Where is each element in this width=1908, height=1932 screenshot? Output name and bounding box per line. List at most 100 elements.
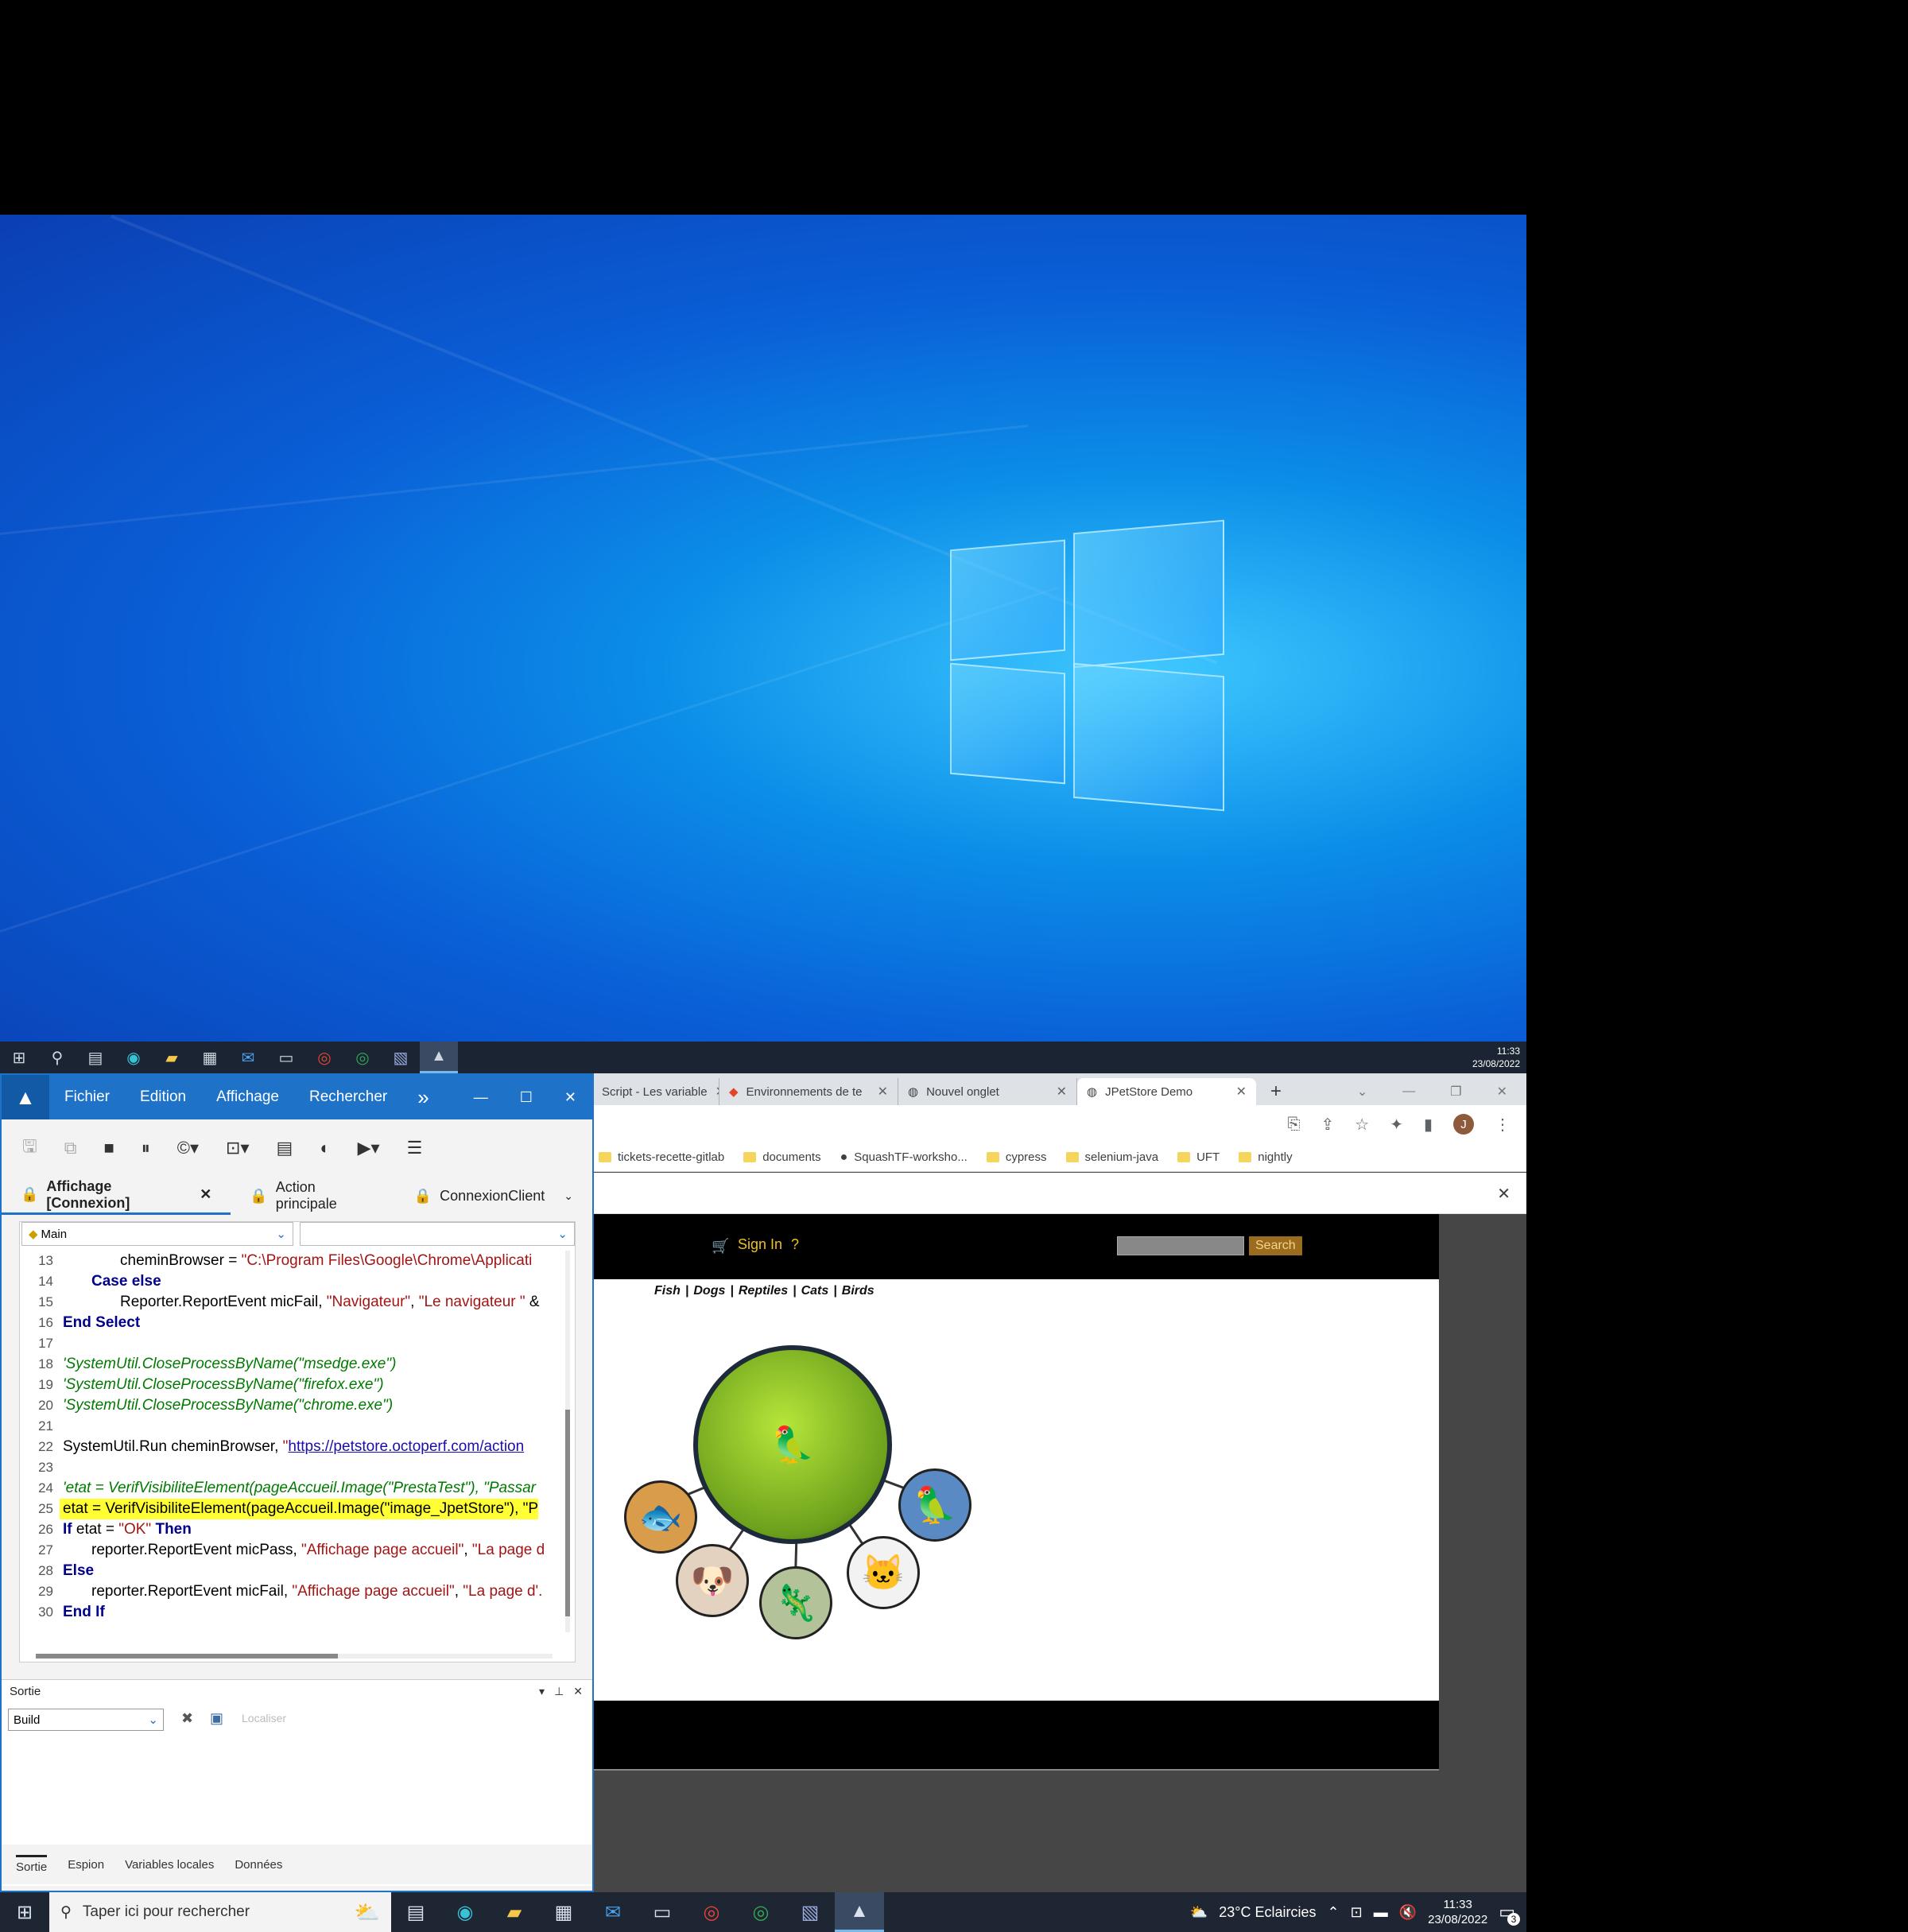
task-view-icon[interactable]: ▤: [76, 1042, 114, 1073]
code-line[interactable]: 30 End If: [20, 1602, 575, 1623]
chrome-icon[interactable]: ◎: [343, 1042, 382, 1073]
sign-in-link[interactable]: Sign In: [738, 1236, 782, 1253]
close-window-icon[interactable]: ✕: [564, 1089, 576, 1106]
stop-icon[interactable]: ■: [103, 1138, 114, 1158]
code-line[interactable]: 27 reporter.ReportEvent micPass, "Afficha…: [20, 1540, 575, 1561]
code-line[interactable]: 28 Else: [20, 1561, 575, 1581]
bird-image[interactable]: 🦜: [898, 1468, 971, 1542]
infobar-close-icon[interactable]: ✕: [1497, 1184, 1510, 1204]
bookmark-folder[interactable]: documents: [743, 1150, 821, 1164]
minimize-icon[interactable]: —: [474, 1089, 488, 1106]
vertical-scrollbar[interactable]: [565, 1251, 570, 1632]
edge-icon[interactable]: ◉: [114, 1042, 153, 1073]
code-line[interactable]: 18 'SystemUtil.CloseProcessByName("msedge…: [20, 1354, 575, 1375]
battery-icon[interactable]: ▬: [1374, 1904, 1388, 1921]
tab-affichage-connexion[interactable]: 🔒 Affichage [Connexion] ✕: [2, 1177, 231, 1215]
archive-icon[interactable]: ▤: [277, 1138, 293, 1158]
category-cats[interactable]: Cats: [801, 1284, 829, 1298]
code-line[interactable]: 15 Reporter.ReportEvent micFail, "Navigat…: [20, 1292, 575, 1313]
close-panel-icon[interactable]: ✕: [573, 1685, 583, 1698]
uft-icon[interactable]: ▲: [420, 1042, 458, 1073]
help-link[interactable]: ?: [791, 1236, 799, 1253]
extensions-icon[interactable]: ✦: [1390, 1115, 1403, 1135]
chrome-icon[interactable]: ◎: [736, 1892, 785, 1932]
code-line[interactable]: 22 SystemUtil.Run cheminBrowser, "https:/…: [20, 1437, 575, 1457]
menu-overflow-button[interactable]: »: [402, 1085, 444, 1110]
code-line[interactable]: 26 If etat = "OK" Then: [20, 1519, 575, 1540]
close-tab-icon[interactable]: ✕: [1236, 1084, 1247, 1100]
tab-overflow-icon[interactable]: ⌄: [564, 1189, 592, 1203]
chrome-menu-icon[interactable]: ⋮: [1495, 1115, 1510, 1135]
task-view-icon[interactable]: ▤: [391, 1892, 440, 1932]
explorer-icon[interactable]: ▰: [490, 1892, 539, 1932]
category-dogs[interactable]: Dogs: [693, 1284, 725, 1298]
side-panel-icon[interactable]: ▮: [1424, 1115, 1433, 1135]
tab-donnees[interactable]: Données: [235, 1858, 282, 1872]
dog-image[interactable]: 🐶: [676, 1544, 749, 1617]
chevron-up-icon[interactable]: ⌃: [1328, 1904, 1340, 1921]
weather-icon[interactable]: ⛅: [1190, 1904, 1208, 1921]
share-icon[interactable]: ⇪: [1321, 1115, 1335, 1135]
code-line[interactable]: 14 Case else: [20, 1271, 575, 1292]
cat-image[interactable]: 🐱: [847, 1536, 920, 1609]
parrot-image[interactable]: 🦜: [693, 1345, 892, 1544]
menu-rechercher[interactable]: Rechercher: [294, 1088, 402, 1106]
category-reptiles[interactable]: Reptiles: [739, 1284, 788, 1298]
code-line[interactable]: 21: [20, 1416, 575, 1437]
analog-record-icon[interactable]: ⊡▾: [226, 1138, 249, 1158]
terminal-icon[interactable]: ▭: [267, 1042, 305, 1073]
output-source-select[interactable]: Build ⌄: [8, 1709, 164, 1731]
fish-image[interactable]: 🐟: [624, 1480, 697, 1554]
chrome-icon[interactable]: ◎: [305, 1042, 343, 1073]
tab-variables-locales[interactable]: Variables locales: [125, 1858, 214, 1872]
search-highlight-icon[interactable]: ⛅: [355, 1900, 391, 1925]
chrome-tab[interactable]: ◆ Environnements de te ✕: [719, 1078, 898, 1105]
search-icon[interactable]: ⚲: [38, 1042, 76, 1073]
category-fish[interactable]: Fish: [654, 1284, 681, 1298]
chrome-icon[interactable]: ◎: [687, 1892, 736, 1932]
code-editor[interactable]: ◆ Main ⌄ ⌄ 13 cheminBrowser = "C:\Program…: [19, 1221, 576, 1662]
close-window-icon[interactable]: ✕: [1497, 1084, 1507, 1100]
store-icon[interactable]: ▦: [539, 1892, 588, 1932]
notepad-icon[interactable]: ▧: [785, 1892, 835, 1932]
menu-fichier[interactable]: Fichier: [49, 1088, 125, 1106]
procedure-select[interactable]: ⌄: [300, 1222, 575, 1246]
network-icon[interactable]: ⊡: [1351, 1904, 1363, 1921]
tab-action-principale[interactable]: 🔒 Action principale: [231, 1177, 394, 1215]
profile-avatar[interactable]: J: [1453, 1114, 1474, 1135]
save-icon[interactable]: 🖫: [22, 1133, 37, 1163]
record-mode-icon[interactable]: ©▾: [177, 1138, 199, 1158]
pause-icon[interactable]: ⏸: [142, 1138, 150, 1158]
horizontal-scrollbar[interactable]: [36, 1654, 553, 1658]
code-line[interactable]: 13 cheminBrowser = "C:\Program Files\Goog…: [20, 1251, 575, 1271]
save-all-icon[interactable]: ⧉: [64, 1138, 77, 1158]
new-tab-button[interactable]: +: [1256, 1078, 1296, 1105]
menu-affichage[interactable]: Affichage: [201, 1088, 294, 1106]
tab-connexion-client[interactable]: 🔒 ConnexionClient: [395, 1177, 564, 1215]
chrome-tab[interactable]: Script - Les variable✕: [592, 1078, 719, 1105]
checkpoint-icon[interactable]: ◐: [320, 1138, 330, 1158]
bookmark-star-icon[interactable]: ☆: [1355, 1115, 1369, 1135]
notepad-icon[interactable]: ▧: [382, 1042, 420, 1073]
code-line[interactable]: 20 'SystemUtil.CloseProcessByName("chrome…: [20, 1395, 575, 1416]
code-line[interactable]: 16 End Select: [20, 1313, 575, 1333]
search-button[interactable]: Search: [1249, 1236, 1302, 1255]
close-tab-icon[interactable]: ✕: [878, 1084, 888, 1100]
bookmark-link[interactable]: ● SquashTF-worksho...: [840, 1150, 968, 1165]
mail-icon[interactable]: ✉: [229, 1042, 267, 1073]
output-options-icon[interactable]: ▣: [210, 1710, 223, 1727]
locate-button[interactable]: Localiser: [242, 1712, 286, 1724]
chrome-tab[interactable]: ◍ Nouvel onglet ✕: [898, 1078, 1077, 1105]
clear-output-icon[interactable]: ✖: [181, 1710, 193, 1727]
chrome-tab-active[interactable]: ◍ JPetStore Demo ✕: [1077, 1078, 1256, 1105]
terminal-icon[interactable]: ▭: [638, 1892, 687, 1932]
list-icon[interactable]: ☰: [407, 1138, 423, 1158]
maximize-icon[interactable]: ☐: [520, 1089, 533, 1106]
taskbar-search[interactable]: ⚲ Taper ici pour rechercher ⛅: [49, 1892, 391, 1932]
code-line[interactable]: ⇨25etat = VerifVisibiliteElement(pageAcc…: [20, 1499, 575, 1519]
windows-start-icon[interactable]: ⊞: [0, 1042, 38, 1073]
category-birds[interactable]: Birds: [842, 1284, 874, 1298]
panel-dropdown-icon[interactable]: ▾: [539, 1685, 545, 1698]
edge-icon[interactable]: ◉: [440, 1892, 490, 1932]
windows-start-icon[interactable]: ⊞: [0, 1892, 49, 1932]
